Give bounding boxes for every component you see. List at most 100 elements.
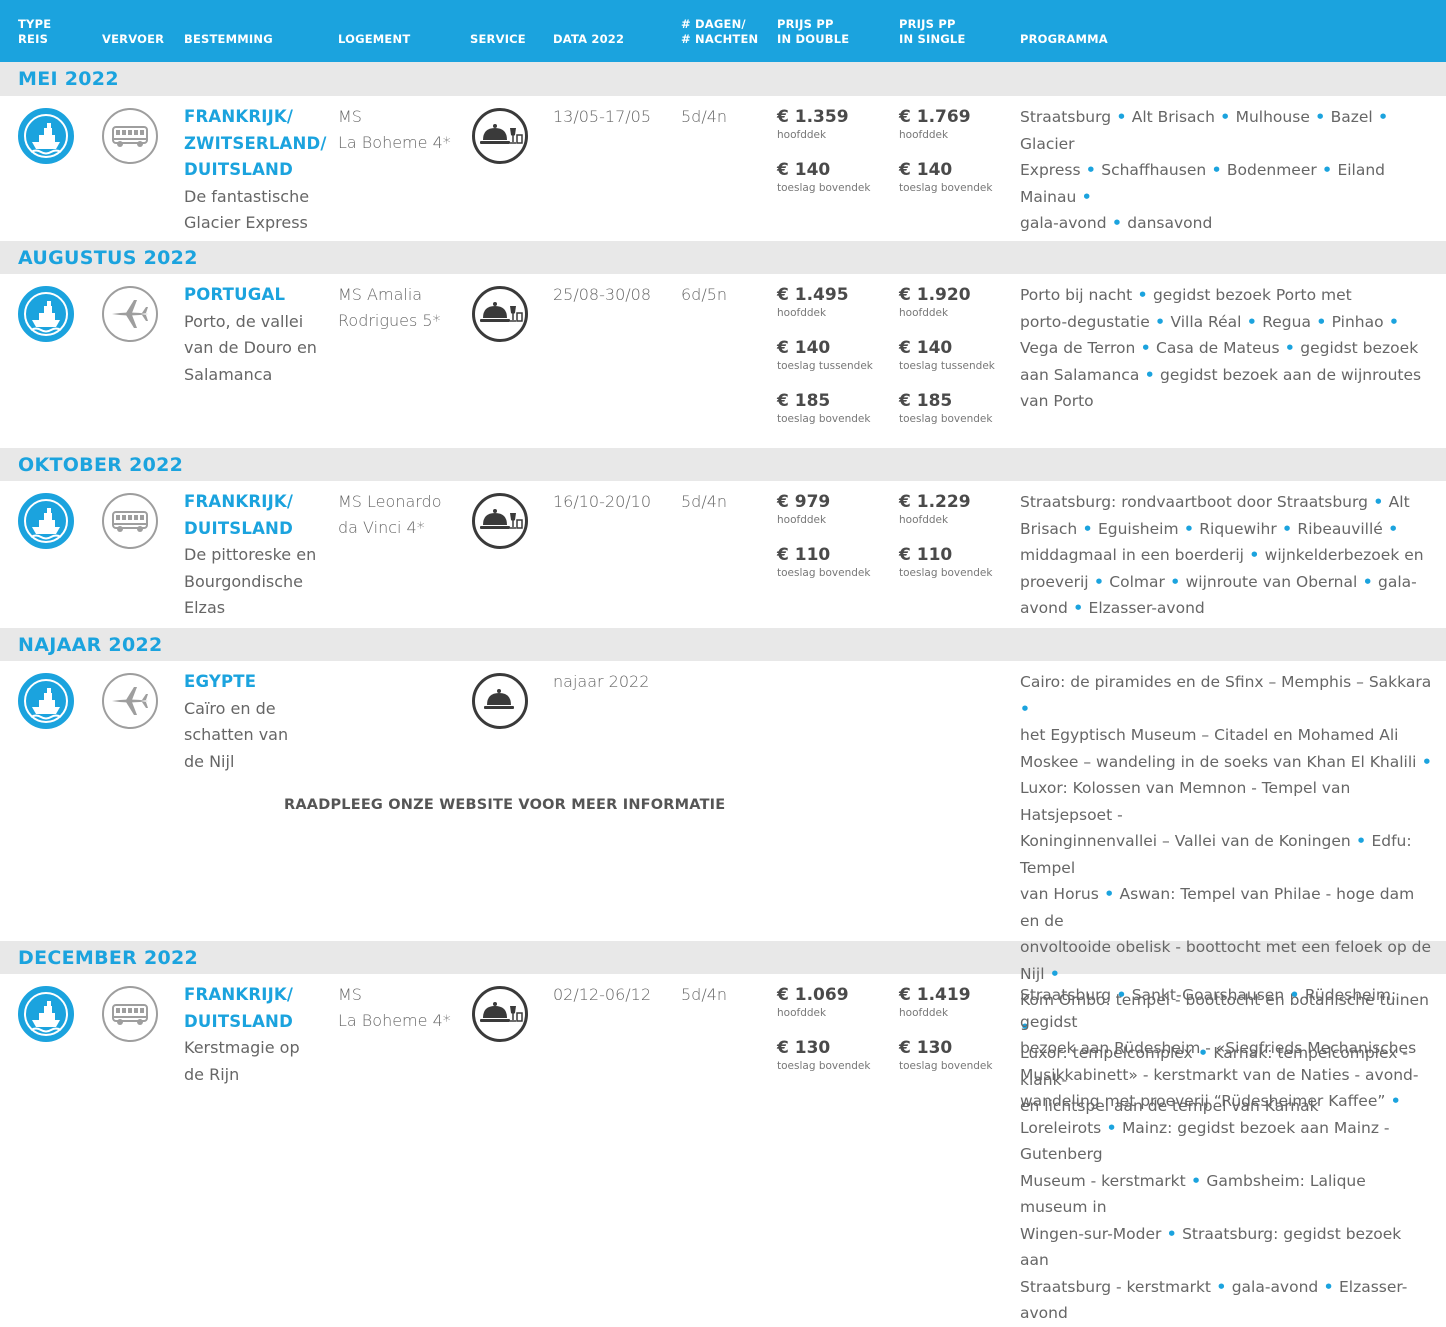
header-vervoer: VERVOER [102,32,165,46]
program-item: Schaffhausen [1101,161,1207,179]
program-item: gegidst bezoek [1300,339,1419,357]
program-line: Musikkabinett» - kerstmarkt van de Natie… [1020,1062,1432,1089]
program-item: middagmaal in een boerderij [1020,546,1244,564]
header-data: DATA 2022 [553,32,625,46]
bullet-dot-icon: • [1385,1092,1401,1110]
price-label: toeslag bovendek [899,413,993,425]
price-label: toeslag tussendek [777,360,873,372]
program-item: Express [1020,161,1081,179]
table-header: TYPE REIS VERVOER BESTEMMING LOGEMENT SE… [0,0,1446,62]
price-amount: € 1.069 [777,985,849,1005]
price-label: toeslag bovendek [777,182,871,194]
bullet-dot-icon: • [1284,986,1305,1004]
header-label: IN DOUBLE [777,32,850,46]
trip-dates: 25/08-30/08 [553,285,651,304]
program-item: Musikkabinett» - kerstmarkt van de Natie… [1020,1065,1419,1084]
destination-cell: EGYPTE Caïro en de schatten van de Nijl [184,669,324,775]
price-amount: € 1.769 [899,107,971,127]
cruise-ship-icon [18,986,74,1042]
airplane-icon [102,673,158,729]
program-line: Cairo: de piramides en de Sfinx – Memphi… [1020,669,1432,722]
price-amount: € 1.359 [777,107,849,127]
header-label: # DAGEN/ [681,17,746,31]
trip-row: PORTUGAL Porto, de vallei van de Douro en S… [0,274,1446,448]
price-label: hoofddek [777,129,827,141]
trip-row: FRANKRIJK/DUITSLAND De pittoreske en Bourg… [0,481,1446,628]
bullet-dot-icon: • [1279,339,1301,357]
program-line: Koninginnenvallei – Vallei van de Koning… [1020,828,1432,881]
program-line: wandeling met proeverij “Rüdesheimer Kaf… [1020,1088,1432,1115]
logement-line: La Boheme 4* [338,133,451,152]
bullet-dot-icon: • [1357,572,1379,591]
header-prijs-double: PRIJS PP IN DOUBLE [777,17,849,47]
program-item: van Horus [1020,885,1099,903]
price-amount: € 140 [899,338,953,358]
cruise-ship-icon [18,673,74,729]
destination-subtitle: schatten van [184,725,289,744]
bullet-dot-icon: • [1214,108,1236,126]
program-item: Glacier [1020,134,1075,153]
price-double-cell: € 979 hoofddek € 110 toeslag bovendek [777,491,897,597]
price-amount: € 110 [777,545,831,565]
destination-cell: PORTUGAL Porto, de vallei van de Douro en S… [184,282,324,388]
program-line: gala-avond • dansavond [1020,210,1432,237]
destination-name: FRANKRIJK/ [184,985,294,1004]
month-band: NAJAAR 2022 [0,628,1446,661]
price-amount: € 979 [777,492,831,512]
program-item: Straatsburg: rondvaartboot door Straatsb… [1020,493,1368,511]
bus-icon [102,986,158,1042]
bullet-dot-icon: • [1416,752,1432,771]
destination-cell: FRANKRIJK/DUITSLAND Kerstmagie op de Rijn [184,982,324,1088]
price-double-cell: € 1.359 hoofddek € 140 toeslag bovendek [777,106,897,212]
header-label: PRIJS PP [777,17,834,31]
program-item: Casa de Mateus [1156,339,1280,357]
bullet-dot-icon: • [1020,699,1030,718]
program-cell: Straatsburg • Alt Brisach • Mulhouse • B… [1020,104,1432,237]
bullet-dot-icon: • [1111,986,1132,1004]
program-item: Straatsburg [1020,986,1112,1004]
month-label: OKTOBER 2022 [18,454,184,476]
bullet-dot-icon: • [1241,312,1263,331]
program-item: Bodenmeer [1226,161,1317,179]
header-label: PRIJS PP [899,17,956,31]
program-item: Museum - kerstmarkt [1020,1171,1186,1190]
program-item: Mulhouse [1235,108,1310,126]
bullet-dot-icon: • [1206,161,1227,179]
program-item: gala- [1378,572,1417,591]
logement-line: MS [338,107,362,126]
destination-subtitle: Porto, de vallei [184,311,304,331]
full-board-wine-icon [472,493,528,549]
program-line: Straatsburg • Alt Brisach • Mulhouse • B… [1020,104,1432,157]
program-line: Vega de Terron • Casa de Mateus • gegids… [1020,335,1432,362]
program-line: Wingen-sur-Moder • Straatsburg: gegidst … [1020,1221,1432,1274]
bus-icon [102,108,158,164]
program-line: het Egyptisch Museum – Citadel en Mohame… [1020,722,1432,749]
destination-name: PORTUGAL [184,285,286,304]
month-band: MEI 2022 [0,62,1446,96]
bullet-dot-icon: • [1088,572,1110,591]
program-item: proeverij [1020,572,1089,591]
logement-cell: MS Leonardo da Vinci 4* [338,489,458,541]
program-item: Luxor: Kolossen van Memnon - Tempel van … [1020,779,1351,824]
bullet-dot-icon: • [1350,832,1372,850]
program-line: middagmaal in een boerderij • wijnkelder… [1020,542,1432,569]
program-item: wandeling met proeverij “Rüdesheimer Kaf… [1020,1092,1386,1110]
bullet-dot-icon: • [1139,365,1161,384]
destination-subtitle: Salamanca [184,364,273,384]
price-single-cell: € 1.920 hoofddek € 140 toeslag tussendek € 1… [899,284,1019,443]
bullet-dot-icon: • [1382,519,1399,538]
logement-cell: MS La Boheme 4* [338,104,458,156]
price-single-cell: € 1.229 hoofddek € 110 toeslag bovendek [899,491,1019,597]
program-item: wijnroute van Obernal [1185,572,1358,591]
program-line: Straatsburg - kerstmarkt • gala-avond • … [1020,1274,1432,1327]
price-amount: € 130 [777,1038,831,1058]
bus-icon [102,493,158,549]
bullet-dot-icon: • [1211,1277,1232,1296]
price-amount: € 1.920 [899,285,971,305]
header-prijs-single: PRIJS PP IN SINGLE [899,17,966,47]
header-service: SERVICE [470,32,526,46]
price-label: hoofddek [899,1007,949,1019]
trip-dates: 16/10-20/10 [553,492,651,511]
full-board-wine-icon [472,286,528,342]
program-line: Moskee – wandeling in de soeks van Khan … [1020,749,1432,776]
